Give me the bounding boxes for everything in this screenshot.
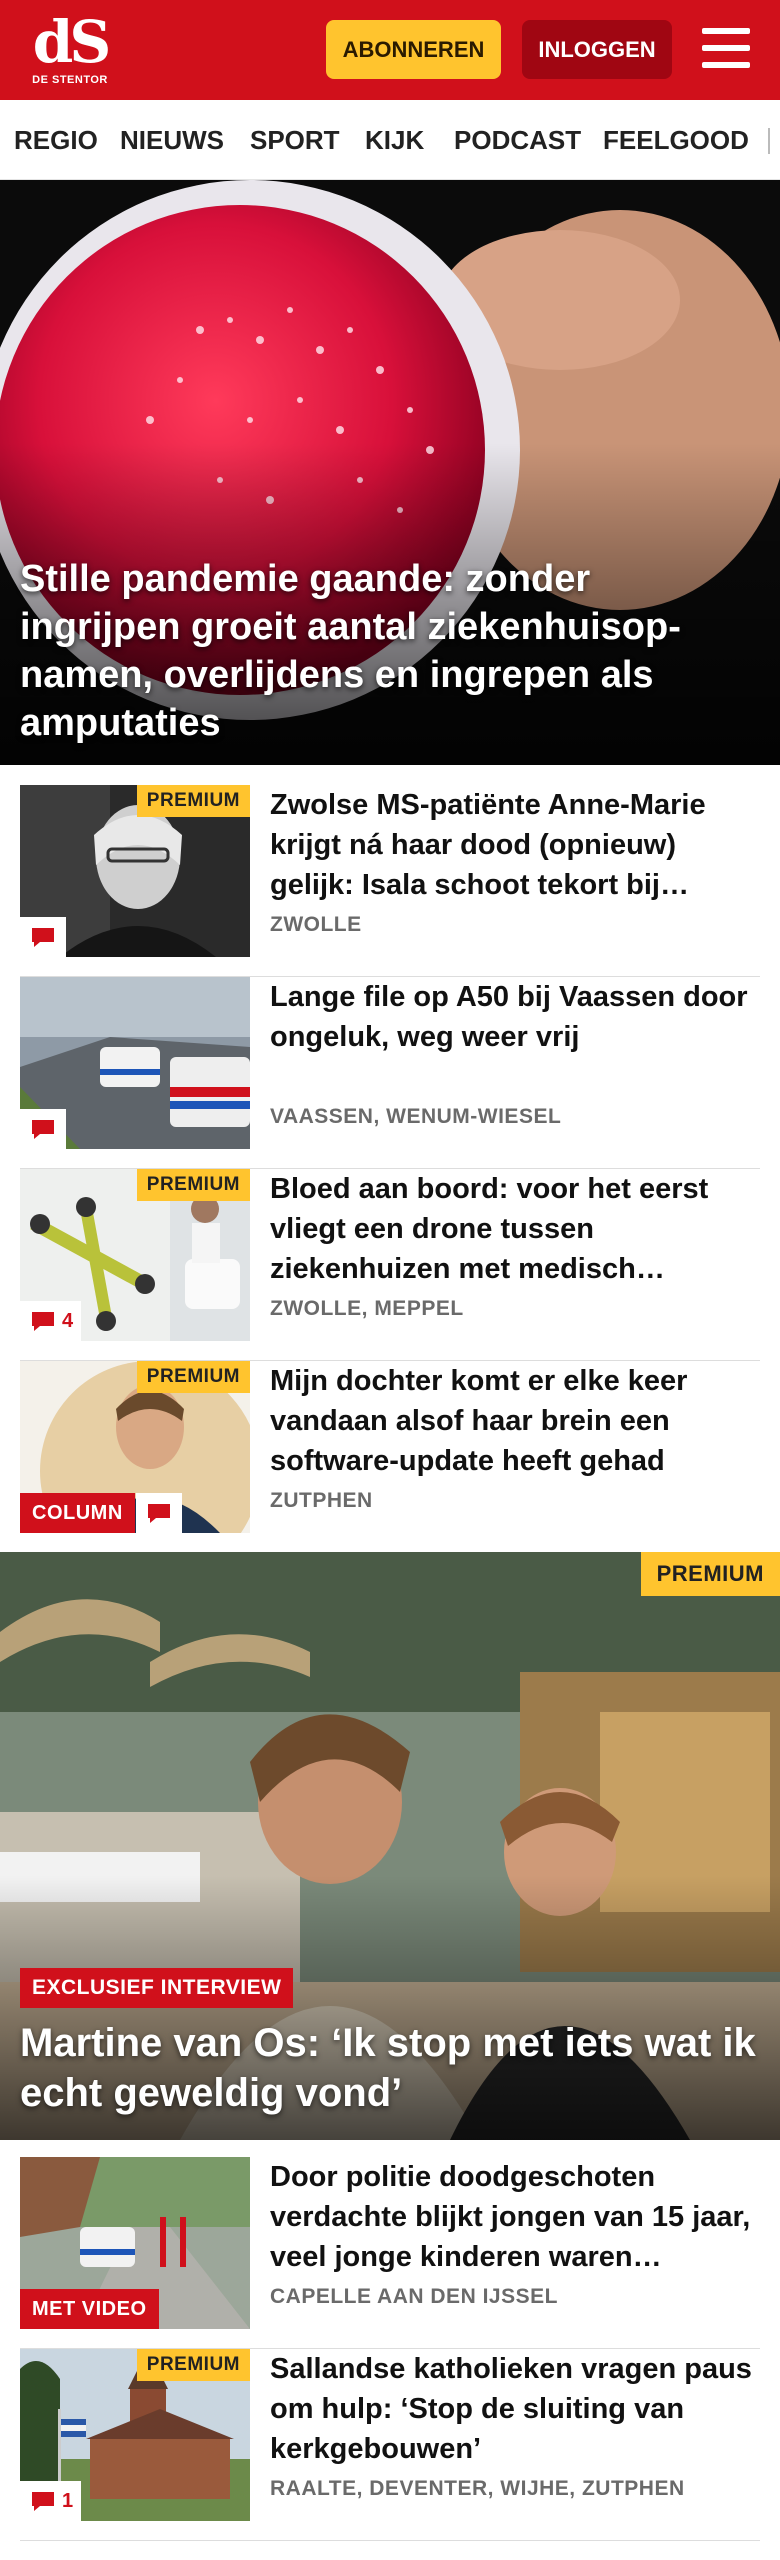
premium-badge: PREMIUM (136, 2349, 250, 2381)
section-nav: REGIO NIEUWS SPORT KIJK PODCAST FEELGOOD (0, 100, 780, 180)
article-thumbnail: PREMIUM 1 (20, 2349, 250, 2521)
article-location: VAASSEN, WENUM-WIESEL (270, 1105, 562, 1128)
article-headline[interactable]: Sallandse katholieken vragen paus om hul… (270, 2349, 760, 2469)
article-headline[interactable]: Zwolse MS-patiënte Anne-Marie krijgt ná … (270, 785, 760, 905)
premium-badge: PREMIUM (136, 785, 250, 817)
comment-icon (32, 1120, 54, 1139)
feature-headline[interactable]: Martine van Os: ‘Ik stop met iets wat ik… (20, 2018, 760, 2118)
logo-mark: dS (32, 8, 111, 76)
nav-overflow-divider (768, 128, 770, 154)
article-thumbnail (20, 977, 250, 1149)
comments-link[interactable] (20, 917, 66, 957)
nav-item-feelgood[interactable]: FEELGOOD (603, 100, 749, 179)
column-badge: COLUMN (20, 1493, 135, 1533)
video-badge: MET VIDEO (20, 2289, 159, 2329)
article-row[interactable]: PREMIUM 1 Sallandse katholieken vragen p… (20, 2349, 760, 2541)
top-bar: dS DE STENTOR ABONNEREN INLOGGEN (0, 0, 780, 100)
comments-link[interactable]: 4 (20, 1301, 82, 1341)
article-headline[interactable]: Mijn dochter komt er elke keer vandaan a… (270, 1361, 760, 1481)
hero-article[interactable]: Stille pandemie gaande: zonder ingrijpen… (0, 180, 780, 765)
article-location: ZUTPHEN (270, 1489, 373, 1512)
login-button[interactable]: INLOGGEN (522, 20, 672, 79)
article-row[interactable]: PREMIUM 4 Bloed aan boord: voor het eers… (20, 1169, 760, 1361)
comments-link[interactable] (136, 1493, 182, 1533)
comment-icon (32, 2492, 54, 2511)
nav-item-kijk[interactable]: KIJK (365, 100, 424, 179)
comment-count: 4 (62, 1309, 74, 1332)
nav-item-nieuws[interactable]: NIEUWS (120, 100, 224, 179)
hamburger-menu-icon[interactable] (700, 24, 752, 72)
article-thumbnail: PREMIUM COLUMN (20, 1361, 250, 1533)
article-thumbnail: MET VIDEO (20, 2157, 250, 2329)
article-headline[interactable]: Door politie doodgeschoten verdachte bli… (270, 2157, 760, 2277)
premium-badge: PREMIUM (136, 1361, 250, 1393)
article-headline[interactable]: Lange file op A50 bij Vaassen door ongel… (270, 977, 760, 1057)
site-logo[interactable]: dS DE STENTOR (28, 12, 112, 88)
nav-item-podcast[interactable]: PODCAST (454, 100, 581, 179)
nav-item-sport[interactable]: SPORT (250, 100, 340, 179)
premium-badge: PREMIUM (136, 1169, 250, 1201)
article-location: ZWOLLE (270, 913, 362, 936)
nav-item-regio[interactable]: REGIO (14, 100, 98, 179)
featured-article[interactable]: PREMIUM EXCLUSIEF INTERVIEW Martine van … (0, 1552, 780, 2140)
exclusive-interview-badge: EXCLUSIEF INTERVIEW (20, 1968, 294, 2008)
comment-icon (32, 928, 54, 947)
comment-icon (148, 1504, 170, 1523)
comment-count: 1 (62, 2489, 74, 2512)
comment-icon (32, 1312, 54, 1331)
article-row[interactable]: MET VIDEO Door politie doodgeschoten ver… (20, 2157, 760, 2349)
article-location: RAALTE, DEVENTER, WIJHE, ZUTPHEN (270, 2477, 685, 2500)
article-row[interactable]: PREMIUM Zwolse MS-patiënte Anne-Marie kr… (20, 785, 760, 977)
comments-link[interactable]: 1 (20, 2481, 82, 2521)
article-thumbnail: PREMIUM (20, 785, 250, 957)
hero-headline[interactable]: Stille pandemie gaande: zonder ingrijpen… (20, 555, 760, 747)
comments-link[interactable] (20, 1109, 66, 1149)
premium-badge: PREMIUM (640, 1552, 780, 1596)
article-thumbnail: PREMIUM 4 (20, 1169, 250, 1341)
subscribe-button[interactable]: ABONNEREN (326, 20, 501, 79)
logo-subtitle: DE STENTOR (32, 74, 108, 86)
article-headline[interactable]: Bloed aan boord: voor het eerst vliegt e… (270, 1169, 760, 1289)
article-location: CAPELLE AAN DEN IJSSEL (270, 2285, 558, 2308)
article-row[interactable]: Lange file op A50 bij Vaassen door ongel… (20, 977, 760, 1169)
article-location: ZWOLLE, MEPPEL (270, 1297, 464, 1320)
article-row[interactable]: PREMIUM COLUMN Mijn dochter komt er elke… (20, 1361, 760, 1553)
